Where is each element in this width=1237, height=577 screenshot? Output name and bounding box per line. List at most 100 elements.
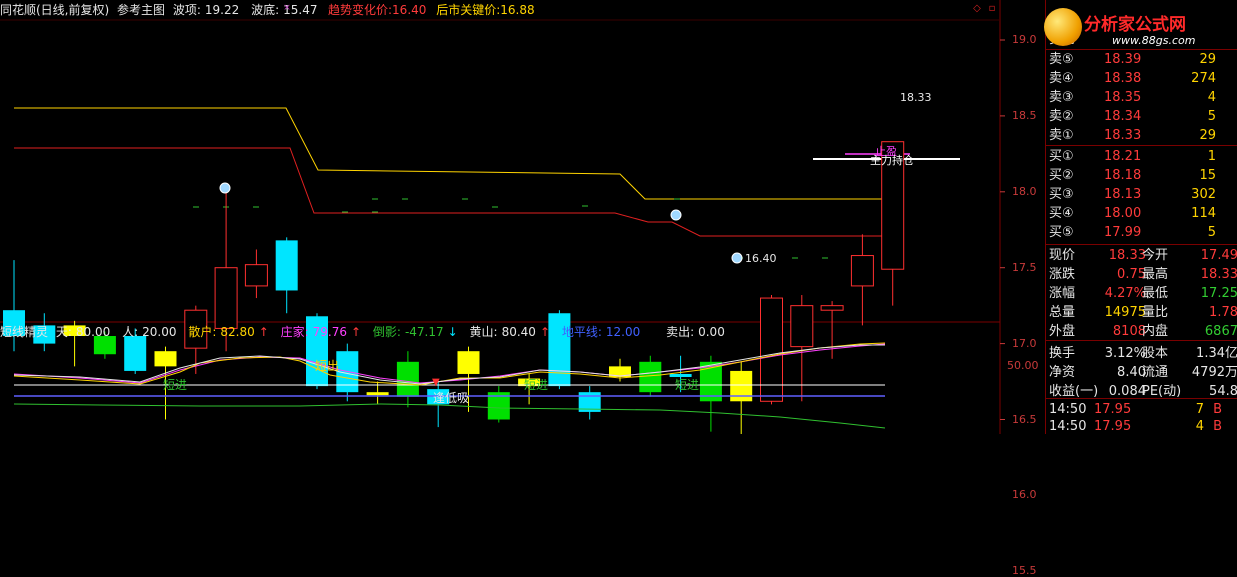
row-volume: 15 bbox=[1199, 168, 1216, 183]
tick-vol: 4 bbox=[1195, 419, 1204, 434]
candle-body bbox=[457, 351, 480, 374]
divider bbox=[1046, 244, 1237, 245]
candle-body bbox=[760, 297, 783, 402]
ask-row[interactable]: 卖⑤ 18.39 29 bbox=[1046, 50, 1237, 69]
quote-label: 股本 bbox=[1142, 346, 1169, 361]
bid-row[interactable]: 买⑤ 17.99 5 bbox=[1046, 223, 1237, 242]
band-lines bbox=[14, 107, 960, 237]
divider bbox=[1046, 340, 1237, 341]
sell-label: 卖出: bbox=[666, 325, 695, 339]
row-price: 18.13 bbox=[1104, 187, 1142, 202]
logo: 分析家公式网 www.88gs.com bbox=[1040, 6, 1237, 50]
signal-short-in: 短进 bbox=[675, 378, 700, 392]
retail-value: 82.80 bbox=[220, 325, 255, 339]
bid-row[interactable]: 买④ 18.00 114 bbox=[1046, 204, 1237, 223]
low-mark-label: 16.40 bbox=[745, 252, 777, 265]
candle-body bbox=[820, 305, 844, 311]
price-axis-tick-label: 15.5 bbox=[1012, 564, 1037, 577]
indicator-name[interactable]: 短线精灵 bbox=[0, 325, 48, 339]
row-label: 卖① bbox=[1049, 128, 1074, 143]
candle bbox=[730, 361, 753, 434]
row-volume: 302 bbox=[1191, 187, 1216, 202]
logo-ball-icon bbox=[1044, 8, 1082, 46]
upper-band-line bbox=[14, 107, 885, 200]
ren-label: 人: bbox=[122, 325, 139, 339]
signal-short-in: 短进 bbox=[524, 378, 549, 392]
candle-body bbox=[244, 264, 268, 287]
shadow-label: 倒影: bbox=[372, 325, 401, 339]
quote-label: 今开 bbox=[1142, 248, 1169, 263]
row-label: 卖⑤ bbox=[1049, 52, 1074, 67]
support-label: 主力持仓 bbox=[870, 154, 914, 167]
bid-row[interactable]: 买③ 18.13 302 bbox=[1046, 185, 1237, 204]
ask-row[interactable]: 卖② 18.34 5 bbox=[1046, 107, 1237, 126]
ask-row[interactable]: 卖① 18.33 29 bbox=[1046, 126, 1237, 145]
candle bbox=[244, 249, 268, 299]
candle-body bbox=[124, 336, 147, 371]
lower-band-line bbox=[14, 147, 885, 237]
candle bbox=[487, 386, 510, 423]
row-label: 买② bbox=[1049, 168, 1074, 183]
down-arrow-icon: ↓ bbox=[447, 325, 458, 339]
row-price: 17.99 bbox=[1104, 225, 1142, 240]
ask-row[interactable]: 卖③ 18.35 4 bbox=[1046, 88, 1237, 107]
indicator-axis-label: 50.00 bbox=[1007, 359, 1039, 372]
row-volume: 274 bbox=[1191, 71, 1216, 86]
tick-price: 17.95 bbox=[1094, 419, 1132, 434]
row-volume: 1 bbox=[1207, 149, 1216, 164]
quote-value: 4792万 bbox=[1191, 365, 1237, 380]
quote-label: 涨幅 bbox=[1049, 286, 1076, 301]
ground-value: 12.00 bbox=[605, 325, 641, 339]
quote-label: 总量 bbox=[1049, 305, 1076, 320]
row-label: 买⑤ bbox=[1049, 225, 1074, 240]
row-volume: 29 bbox=[1199, 52, 1216, 67]
quote-value: 17.49 bbox=[1200, 248, 1237, 263]
quote-panel: 卖比 卖⑤18.3929卖④18.38274卖③18.354卖②18.345卖①… bbox=[1045, 0, 1237, 434]
row-price: 18.18 bbox=[1104, 168, 1142, 183]
row-label: 卖④ bbox=[1049, 71, 1074, 86]
row-volume: 5 bbox=[1207, 109, 1216, 124]
candle bbox=[578, 386, 601, 420]
ask-row[interactable]: 卖④ 18.38 274 bbox=[1046, 69, 1237, 88]
row-label: 卖③ bbox=[1049, 90, 1074, 105]
candle bbox=[396, 351, 419, 408]
logo-brand: 分析家公式网 bbox=[1084, 15, 1186, 35]
candle bbox=[760, 295, 783, 405]
quote-label: 流通 bbox=[1142, 365, 1169, 380]
quote-row: 外盘 8108 内盘 6867 bbox=[1046, 322, 1237, 341]
quote-value: 1.34亿 bbox=[1196, 346, 1237, 361]
tick-time: 14:50 bbox=[1049, 419, 1087, 434]
tick-row: 14:50 17.95 4 B bbox=[1046, 417, 1237, 436]
row-label: 买③ bbox=[1049, 187, 1074, 202]
signal-balls bbox=[219, 182, 743, 264]
bid-row[interactable]: 买① 18.21 1 bbox=[1046, 147, 1237, 166]
candle-body bbox=[366, 392, 389, 396]
chart-grid bbox=[0, 0, 1001, 434]
kline-chart[interactable] bbox=[0, 0, 1045, 434]
shadow-value: -47.17 bbox=[404, 325, 444, 339]
signal-ball bbox=[219, 182, 231, 194]
quote-value: 1.78 bbox=[1209, 305, 1237, 320]
yellow-value: 80.40 bbox=[501, 325, 536, 339]
signal-dip-buy: 逢低吸 bbox=[433, 391, 470, 405]
row-price: 18.00 bbox=[1104, 206, 1142, 221]
tick-side: B bbox=[1213, 419, 1222, 434]
row-price: 18.33 bbox=[1104, 128, 1142, 143]
bid-row[interactable]: 买② 18.18 15 bbox=[1046, 166, 1237, 185]
dealer-value: 79.76 bbox=[312, 325, 348, 339]
row-price: 18.34 bbox=[1104, 109, 1142, 124]
quote-row: 现价 18.33 今开 17.49 bbox=[1046, 246, 1237, 265]
tian-label: 天: bbox=[55, 325, 72, 339]
shadow-line bbox=[13, 403, 886, 429]
row-volume: 5 bbox=[1207, 225, 1216, 240]
quote-label: 净资 bbox=[1049, 365, 1076, 380]
quote-label: 换手 bbox=[1049, 346, 1076, 361]
up-arrow-icon: ↑ bbox=[539, 325, 550, 339]
row-volume: 114 bbox=[1191, 206, 1216, 221]
up-arrow-icon: ↑ bbox=[351, 325, 362, 339]
row-label: 买④ bbox=[1049, 206, 1074, 221]
row-label: 买① bbox=[1049, 149, 1074, 164]
quote-value: 4.27% bbox=[1104, 286, 1146, 301]
candle-body bbox=[154, 351, 177, 367]
candle-body bbox=[639, 361, 662, 393]
